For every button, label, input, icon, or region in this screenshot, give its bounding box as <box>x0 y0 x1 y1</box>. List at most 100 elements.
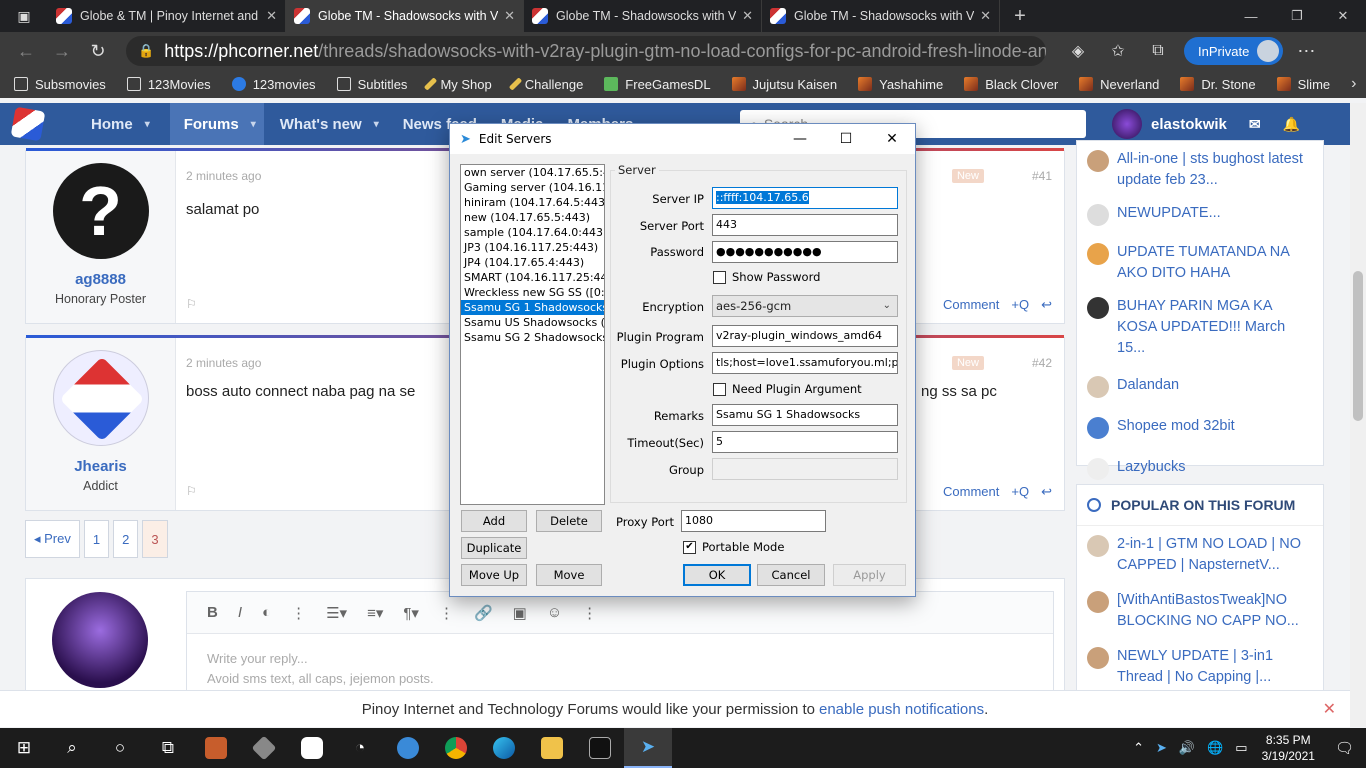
portable-mode-checkbox[interactable]: ✔ Portable Mode <box>683 540 784 554</box>
favorite-item[interactable]: Slime <box>1276 77 1330 92</box>
server-list-item[interactable]: Ssamu SG 2 Shadowsocks <box>461 330 604 345</box>
favorite-item[interactable]: FreeGamesDL <box>604 77 711 92</box>
thread-title[interactable]: NEWUPDATE... <box>1117 203 1221 224</box>
align-icon[interactable]: ≡▾ <box>367 604 383 622</box>
quote-link[interactable]: +Q <box>1011 297 1029 313</box>
sidebar-thread-item[interactable]: NEWUPDATE... <box>1077 197 1323 232</box>
browser-tab[interactable]: Globe TM - Shadowsocks with V ✕ <box>524 0 762 32</box>
close-tab-icon[interactable]: ✕ <box>504 8 515 24</box>
reply-icon[interactable]: ↩ <box>1041 297 1052 313</box>
avatar[interactable]: ? <box>52 163 149 259</box>
bell-icon[interactable]: 🔔 <box>1283 116 1300 133</box>
chevron-right-icon[interactable]: › <box>1351 75 1356 93</box>
terminal-icon[interactable] <box>576 728 624 768</box>
italic-icon[interactable]: I <box>238 604 242 621</box>
sidebar-thread-item[interactable]: NEWLY UPDATE | 3-in1 Thread | No Capping… <box>1077 638 1323 694</box>
thread-title[interactable]: Dalandan <box>1117 375 1179 396</box>
notifications-icon[interactable]: 🗨 <box>1335 739 1354 757</box>
favorites-icon[interactable]: ✩ <box>1100 36 1136 66</box>
site-logo[interactable] <box>0 103 56 145</box>
report-flag-icon[interactable]: ⚐ <box>186 484 197 498</box>
report-flag-icon[interactable]: ⚐ <box>186 297 197 311</box>
remarks-field[interactable]: Ssamu SG 1 Shadowsocks <box>712 404 898 426</box>
tab-actions-icon[interactable]: ▣ <box>0 0 48 32</box>
more-vertical-icon[interactable]: ⋮ <box>582 604 597 622</box>
sidebar-thread-item[interactable]: 2-in-1 | GTM NO LOAD | NO CAPPED | Napst… <box>1077 526 1323 582</box>
server-list-item[interactable]: Ssamu SG 1 Shadowsocks <box>461 300 604 315</box>
avatar[interactable] <box>52 350 149 446</box>
enable-push-link[interactable]: enable push notifications <box>819 701 984 718</box>
shadowsocks-tray-icon[interactable]: ➤ <box>1156 740 1167 756</box>
thread-title[interactable]: NEWLY UPDATE | 3-in1 Thread | No Capping… <box>1117 646 1313 688</box>
bing-app-icon[interactable] <box>288 728 336 768</box>
nav-forums[interactable]: Forums ▾ <box>169 103 264 145</box>
edge-icon[interactable] <box>480 728 528 768</box>
quote-link[interactable]: +Q <box>1011 484 1029 500</box>
thread-title[interactable]: UPDATE TUMATANDA NA AKO DITO HAHA <box>1117 242 1313 284</box>
server-list-item[interactable]: SMART (104.16.117.25:443) <box>461 270 604 285</box>
url-field[interactable]: 🔒 https://phcorner.net/threads/shadowsoc… <box>126 36 1046 66</box>
list-icon[interactable]: ☰▾ <box>326 604 347 622</box>
favorite-item[interactable]: Neverland <box>1079 77 1159 92</box>
image-icon[interactable]: ▣ <box>513 604 527 622</box>
file-explorer-icon[interactable] <box>528 728 576 768</box>
browser-tab[interactable]: Globe & TM | Pinoy Internet and ✕ <box>48 0 286 32</box>
browser-tab[interactable]: Globe TM - Shadowsocks with V ✕ <box>762 0 1000 32</box>
sidebar-thread-item[interactable]: BUHAY PARIN MGA KA KOSA UPDATED!!! March… <box>1077 290 1323 365</box>
sidebar-thread-item[interactable]: Lazybucks <box>1077 445 1323 486</box>
sidebar-thread-item[interactable]: [WithAntiBastosTweak]NO BLOCKING NO CAPP… <box>1077 582 1323 638</box>
favorite-item[interactable]: Black Clover <box>964 77 1058 92</box>
favorite-item[interactable]: Challenge <box>508 77 583 92</box>
server-list-item[interactable]: sample (104.17.64.0:443) <box>461 225 604 240</box>
plugin-program-field[interactable]: v2ray-plugin_windows_amd64 <box>712 325 898 347</box>
speedometer-icon[interactable]: ◔ <box>336 728 384 768</box>
page-scrollbar[interactable] <box>1350 103 1366 727</box>
favorite-item[interactable]: 123Movies <box>126 77 211 92</box>
app-icon[interactable] <box>240 728 288 768</box>
encryption-select[interactable]: aes-256-gcm ⌄ <box>712 295 898 317</box>
prev-page-button[interactable]: ◂ Prev <box>25 520 80 558</box>
thread-title[interactable]: All-in-one | sts bughost latest update f… <box>1117 149 1313 191</box>
paragraph-icon[interactable]: ¶▾ <box>403 604 419 622</box>
sidebar-thread-item[interactable]: Dalandan <box>1077 365 1323 404</box>
server-list-item[interactable]: hiniram (104.17.64.5:443) <box>461 195 604 210</box>
server-list-item[interactable]: own server (104.17.65.5:443) <box>461 165 604 180</box>
post-time[interactable]: 2 minutes ago <box>186 169 261 183</box>
inprivate-button[interactable]: InPrivate <box>1184 37 1284 65</box>
palette-icon[interactable]: ◐ <box>262 604 271 621</box>
checkbox-box[interactable]: ✔ <box>683 540 696 554</box>
favorite-item[interactable]: Subsmovies <box>14 77 106 92</box>
favorite-item[interactable]: 123movies <box>231 77 316 92</box>
chevron-down-icon[interactable]: ▾ <box>145 119 150 130</box>
favorite-item[interactable]: Yashahime <box>858 77 943 92</box>
favorite-item[interactable]: My Shop <box>424 77 492 92</box>
nav-whats-new[interactable]: What's new ▾ <box>264 103 387 145</box>
new-tab-button[interactable]: + <box>1000 0 1040 32</box>
minimize-icon[interactable]: — <box>777 131 823 147</box>
move-button[interactable]: Move <box>536 564 602 586</box>
chevron-down-icon[interactable]: ▾ <box>374 119 379 130</box>
search-icon[interactable]: ⌕ <box>48 728 96 768</box>
maximize-icon[interactable]: ☐ <box>823 131 869 147</box>
bold-icon[interactable]: B <box>207 604 218 621</box>
page-button[interactable]: 1 <box>83 520 110 558</box>
timeout-field[interactable]: 5 <box>712 431 898 453</box>
back-icon[interactable]: ← <box>8 36 44 66</box>
close-icon[interactable]: ✕ <box>869 131 915 147</box>
move-up-button[interactable]: Move Up <box>461 564 527 586</box>
collections-icon[interactable]: ⧉ <box>1140 36 1176 66</box>
volume-icon[interactable]: 🔊 <box>1179 740 1195 756</box>
game-app-icon[interactable] <box>192 728 240 768</box>
proxy-port-field[interactable]: 1080 <box>681 510 826 532</box>
smiley-icon[interactable]: ☺ <box>547 604 562 621</box>
close-tab-icon[interactable]: ✕ <box>980 8 991 24</box>
duplicate-button[interactable]: Duplicate <box>461 537 527 559</box>
server-list-item[interactable]: Wreckless new SG SS ([0:0: <box>461 285 604 300</box>
server-list-item[interactable]: JP4 (104.17.65.4:443) <box>461 255 604 270</box>
restore-icon[interactable]: ❐ <box>1274 0 1320 32</box>
sidebar-thread-item[interactable]: All-in-one | sts bughost latest update f… <box>1077 143 1323 197</box>
chrome-icon[interactable] <box>432 728 480 768</box>
close-window-icon[interactable]: ✕ <box>1320 0 1366 32</box>
post-time[interactable]: 2 minutes ago <box>186 356 261 370</box>
link-icon[interactable]: 🔗 <box>474 604 493 622</box>
